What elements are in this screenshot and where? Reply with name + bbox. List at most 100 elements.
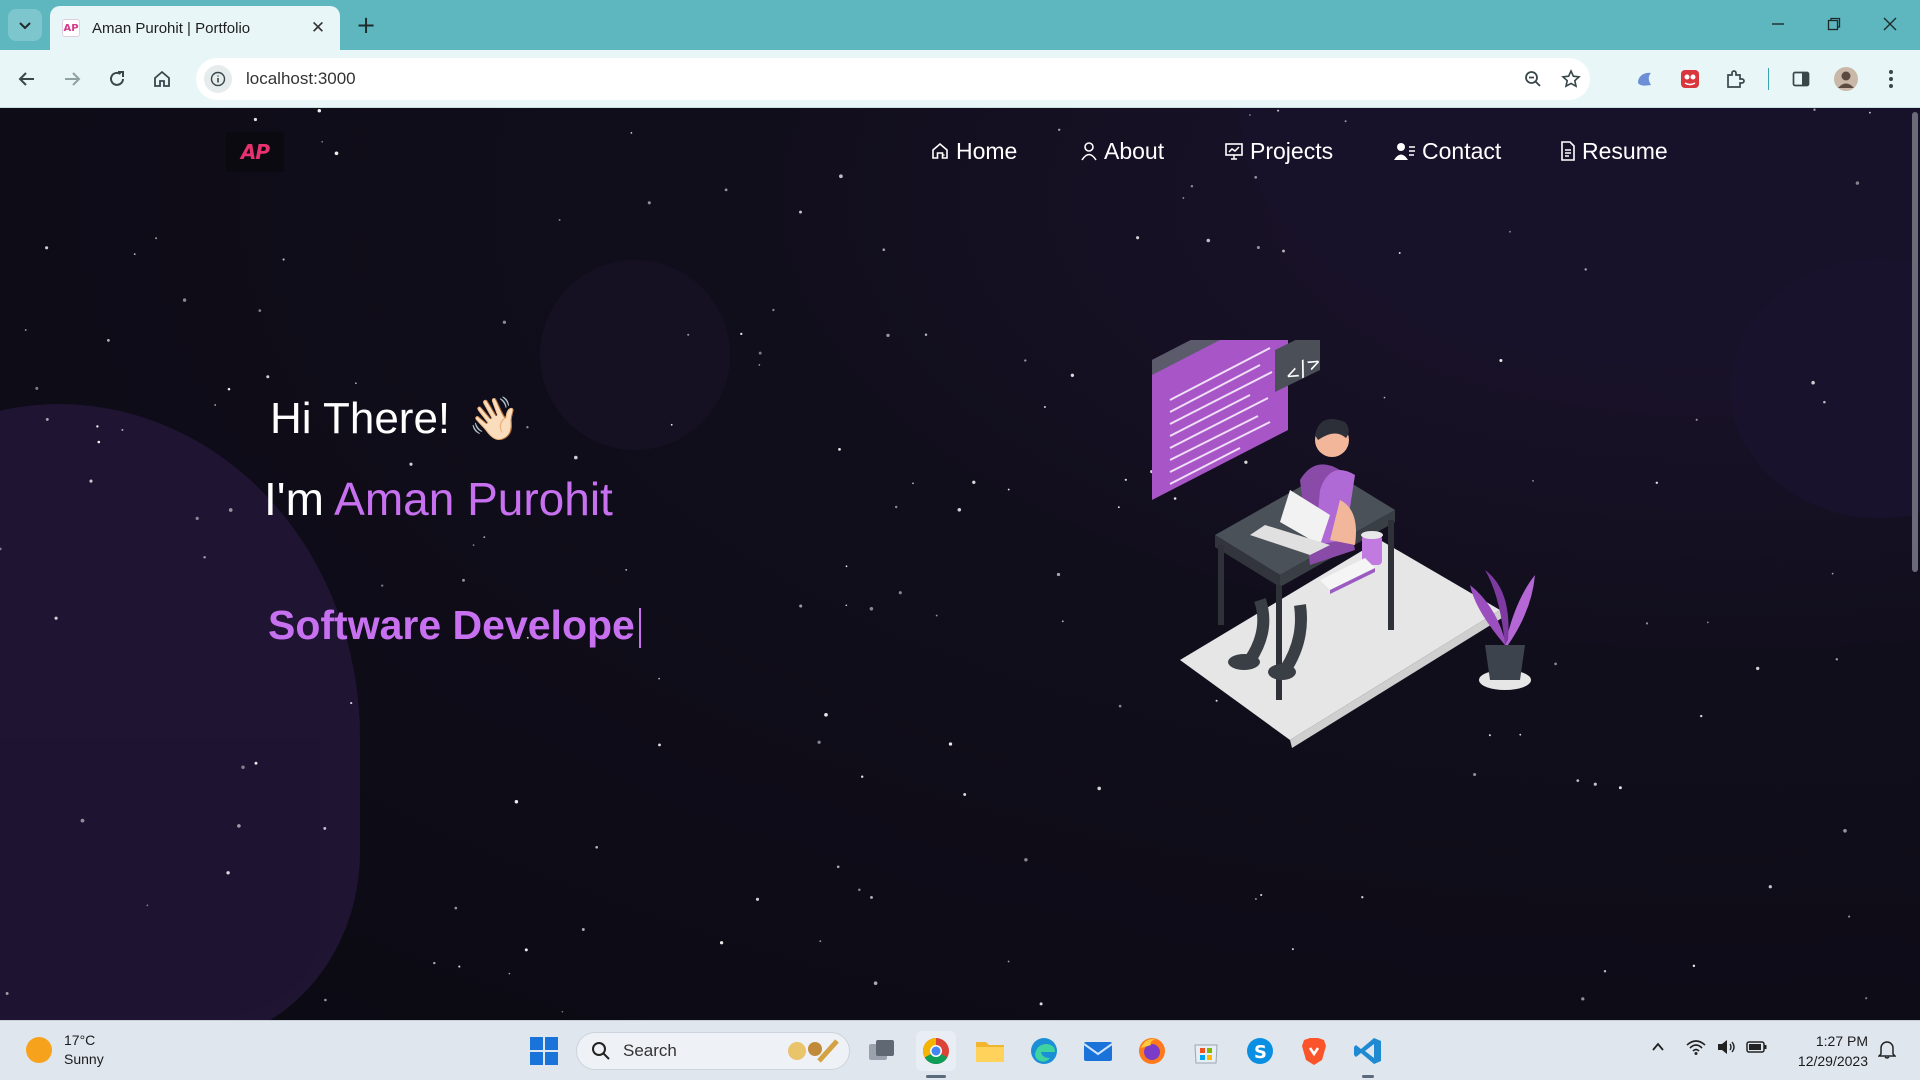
home-button[interactable] (145, 62, 179, 96)
star (483, 536, 486, 538)
task-view-icon[interactable] (862, 1031, 902, 1071)
star (1043, 406, 1046, 408)
star (1584, 268, 1587, 271)
system-clock[interactable]: 1:27 PM 12/29/2023 (1786, 1031, 1868, 1071)
star (574, 455, 578, 460)
weather-widget[interactable]: 17°C Sunny (26, 1031, 104, 1069)
star (334, 151, 339, 156)
star (1868, 111, 1871, 114)
tray-chevron-up-icon[interactable] (1650, 1039, 1666, 1059)
star (24, 329, 27, 331)
star (758, 351, 762, 355)
notification-bell-icon[interactable] (1877, 1039, 1897, 1063)
star (321, 140, 324, 143)
site-logo[interactable]: AP (226, 132, 284, 172)
url-text[interactable]: localhost:3000 (246, 69, 356, 89)
user-icon (1081, 142, 1097, 161)
greeting-text: Hi There! (270, 394, 451, 443)
side-panel-icon[interactable] (1784, 62, 1818, 96)
star (772, 308, 775, 312)
star (1097, 786, 1101, 791)
volume-icon[interactable] (1716, 1039, 1736, 1059)
nav-resume[interactable]: Resume (1560, 128, 1668, 174)
site-info-icon[interactable] (204, 65, 232, 93)
taskbar-search[interactable]: Search (576, 1032, 850, 1070)
forward-button[interactable] (55, 62, 89, 96)
star (524, 948, 528, 952)
extension-copilot-icon[interactable] (1628, 62, 1662, 96)
firefox-icon[interactable] (1132, 1031, 1172, 1071)
tab-search-button[interactable] (8, 9, 42, 41)
profile-avatar[interactable] (1829, 62, 1863, 96)
star (1692, 964, 1696, 968)
extension-red-icon[interactable] (1673, 62, 1707, 96)
minimize-button[interactable] (1752, 8, 1804, 40)
star (324, 998, 327, 1002)
star (963, 793, 967, 796)
tab-close-icon[interactable]: ✕ (308, 18, 328, 38)
new-tab-button[interactable]: + (352, 11, 380, 39)
weather-temp: 17°C (64, 1032, 96, 1048)
star (355, 382, 357, 385)
star (1855, 181, 1860, 185)
page-scrollbar[interactable] (1912, 112, 1918, 572)
star (873, 981, 878, 985)
close-window-button[interactable] (1864, 8, 1916, 40)
star (203, 556, 206, 559)
bookmark-star-icon[interactable] (1554, 62, 1588, 96)
battery-icon[interactable] (1746, 1039, 1768, 1059)
svg-text:S: S (1254, 1042, 1267, 1063)
mail-icon[interactable] (1078, 1031, 1118, 1071)
nav-projects[interactable]: Projects (1224, 128, 1333, 174)
zoom-icon[interactable] (1516, 62, 1550, 96)
star (1655, 481, 1659, 485)
star (1056, 572, 1061, 577)
star (1695, 418, 1698, 421)
star (381, 584, 384, 587)
star (1058, 128, 1061, 131)
restore-button[interactable] (1808, 8, 1860, 40)
star (97, 440, 101, 444)
chevron-down-icon (19, 22, 31, 30)
start-button[interactable] (524, 1031, 564, 1071)
developer-illustration: </> (1152, 340, 1535, 748)
star (266, 375, 270, 379)
brave-icon[interactable] (1294, 1031, 1334, 1071)
address-bar[interactable]: localhost:3000 (196, 58, 1590, 100)
extensions-puzzle-icon[interactable] (1718, 62, 1752, 96)
star (1024, 858, 1028, 862)
sun-icon (26, 1037, 52, 1063)
browser-menu-icon[interactable] (1874, 62, 1908, 96)
star (1848, 915, 1851, 918)
microsoft-store-icon[interactable] (1186, 1031, 1226, 1071)
star (1344, 120, 1347, 123)
chrome-icon[interactable] (916, 1031, 956, 1071)
home-icon (154, 70, 170, 87)
tab-portfolio[interactable]: AP Aman Purohit | Portfolio ✕ (50, 6, 340, 50)
star (241, 765, 245, 770)
nav-about[interactable]: About (1080, 128, 1164, 174)
skype-icon[interactable]: S (1240, 1031, 1280, 1071)
edge-icon[interactable] (1024, 1031, 1064, 1071)
reload-button[interactable] (100, 62, 134, 96)
wifi-icon[interactable] (1686, 1039, 1706, 1059)
star (558, 218, 561, 221)
back-button[interactable] (10, 62, 44, 96)
arrow-left-icon (18, 72, 34, 86)
home-icon (932, 142, 948, 159)
star (1024, 359, 1027, 362)
star (107, 339, 110, 342)
star (472, 544, 475, 546)
weather-condition: Sunny (64, 1051, 104, 1067)
star (595, 845, 599, 849)
nav-home[interactable]: Home (930, 128, 1017, 174)
minimize-icon (1772, 23, 1784, 25)
nav-about-label: About (1104, 137, 1165, 164)
file-explorer-icon[interactable] (970, 1031, 1010, 1071)
vscode-icon[interactable] (1348, 1031, 1388, 1071)
star (740, 332, 743, 336)
star (861, 775, 864, 778)
star (258, 309, 262, 312)
star (1361, 896, 1364, 899)
nav-contact[interactable]: Contact (1394, 128, 1501, 174)
